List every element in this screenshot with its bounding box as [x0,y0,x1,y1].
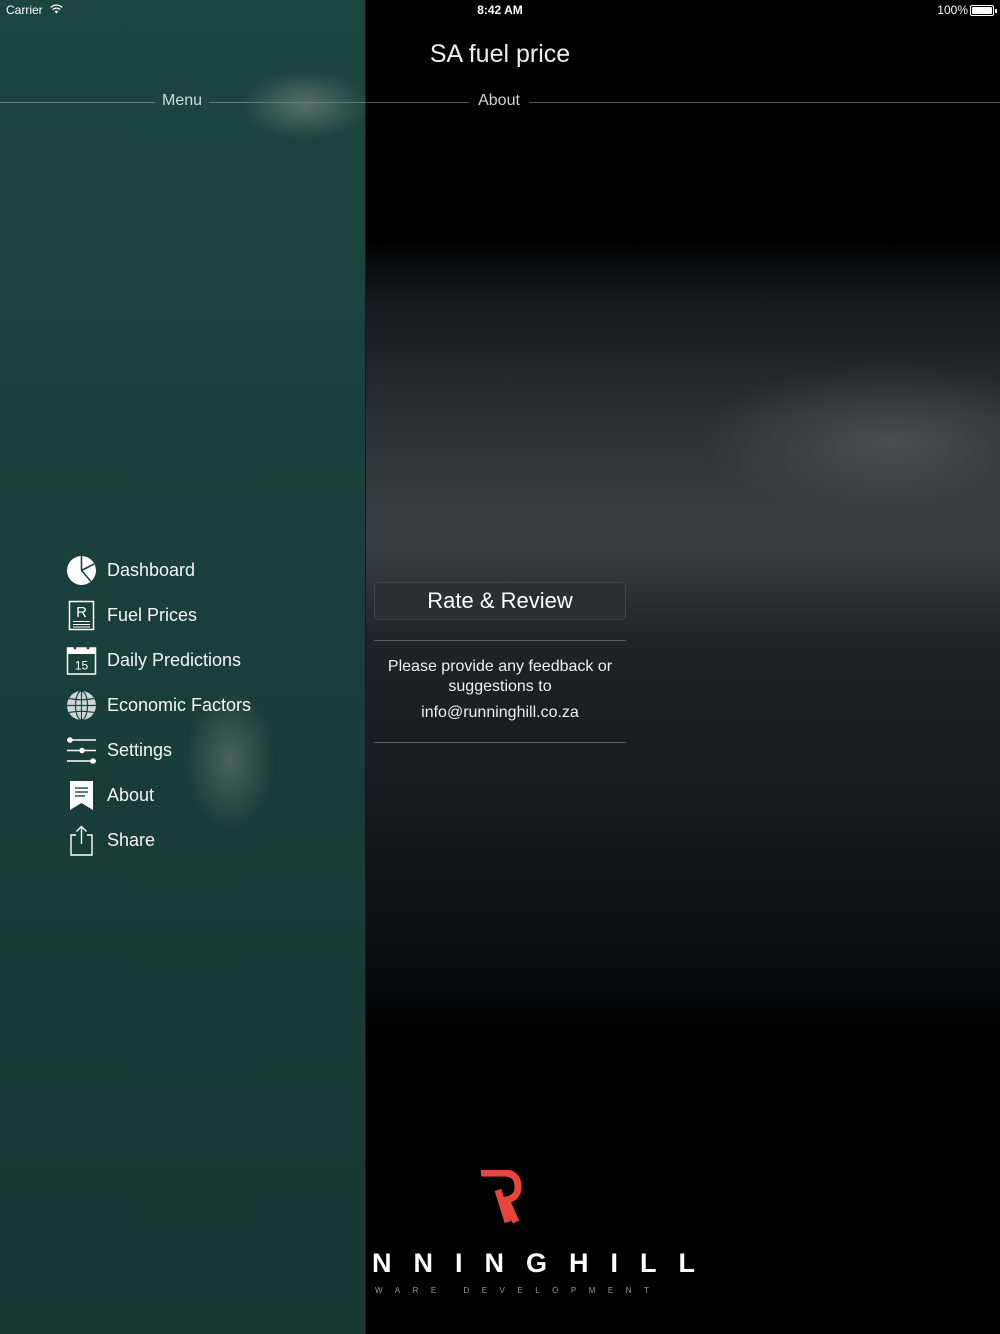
sidebar-item-label: Dashboard [107,560,196,580]
status-bar: Carrier 8:42 AM 100% [0,0,1000,22]
sliders-icon [66,735,97,766]
svg-text:15: 15 [75,659,89,673]
email-link[interactable]: info@runninghill.co.za [374,704,626,722]
sidebar-item-fuel-prices[interactable]: R Fuel Prices [66,593,356,638]
battery-percentage: 100% [937,3,968,17]
rate-review-button[interactable]: Rate & Review [374,582,626,620]
about-header-divider [367,102,1000,103]
sidebar-menu: Menu Dashboard R Fuel Prices 15 Daily Pr… [0,0,370,1334]
share-icon [66,825,97,856]
sidebar-item-label: About [107,785,155,805]
sidebar-item-about[interactable]: About [66,773,356,818]
sidebar-item-share[interactable]: Share [66,818,356,863]
pie-chart-icon [66,555,97,586]
sidebar-item-label: Daily Predictions [107,650,242,670]
logo-wordmark: NNINGHILL [372,1248,717,1278]
sidebar-item-label: Economic Factors [107,695,252,715]
menu-title: Menu [161,92,203,109]
calendar-icon: 15 [66,645,97,676]
app-title: SA fuel price [429,40,571,68]
status-time: 8:42 AM [477,3,523,17]
battery-icon [970,5,997,16]
svg-text:R: R [76,604,87,621]
sidebar-item-economic-factors[interactable]: Economic Factors [66,683,356,728]
sidebar-item-daily-predictions[interactable]: 15 Daily Predictions [66,638,356,683]
divider [374,640,626,641]
logo-subtitle: WARE DEVELOPMENT [375,1286,662,1295]
sidebar-glow [240,70,370,140]
sidebar-item-label: Share [107,830,156,850]
sidebar-item-label: Fuel Prices [107,605,198,625]
bookmark-icon [66,780,97,811]
sidebar-item-dashboard[interactable]: Dashboard [66,548,356,593]
feedback-text: Please provide any feedback or suggestio… [387,658,613,695]
sidebar-item-settings[interactable]: Settings [66,728,356,773]
globe-icon [66,690,97,721]
divider [374,742,626,743]
menu-list: Dashboard R Fuel Prices 15 Daily Predict… [66,548,356,863]
page-title: About [478,92,520,109]
sidebar-item-label: Settings [107,740,173,760]
rand-document-icon: R [66,600,97,631]
runninghill-logo-mark [481,1170,522,1224]
